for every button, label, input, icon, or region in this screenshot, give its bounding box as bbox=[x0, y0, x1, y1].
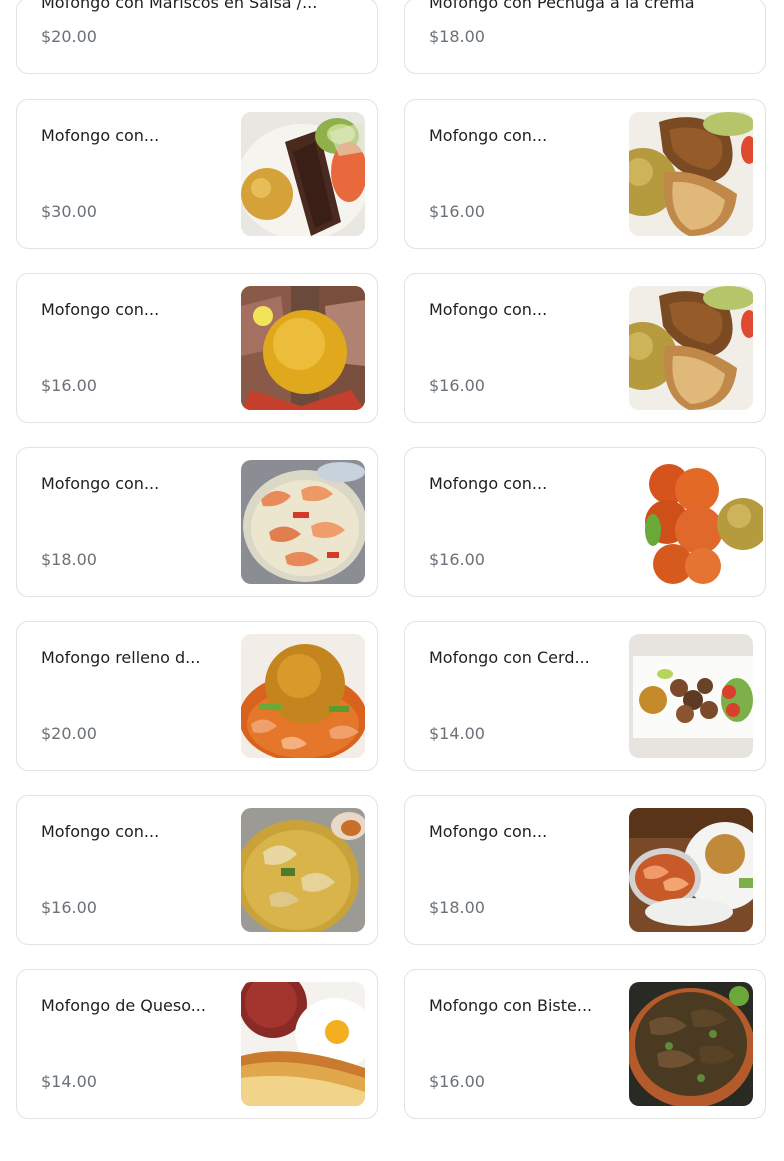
item-name: Mofongo con... bbox=[429, 126, 548, 145]
menu-item-card[interactable]: Mofongo con Biste... $16.00 bbox=[404, 969, 766, 1119]
item-price: $20.00 bbox=[41, 27, 97, 46]
item-image bbox=[241, 286, 365, 410]
menu-item-card[interactable]: Mofongo con... $16.00 bbox=[16, 795, 378, 945]
item-price: $30.00 bbox=[41, 202, 97, 221]
item-name: Mofongo relleno d... bbox=[41, 648, 201, 667]
item-name: Mofongo con Mariscos en Salsa /... bbox=[41, 0, 318, 12]
item-name: Mofongo con... bbox=[41, 126, 160, 145]
item-image bbox=[241, 112, 365, 236]
menu-item-card[interactable]: Mofongo con... $16.00 bbox=[404, 447, 766, 597]
menu-item-card[interactable]: Mofongo con Mariscos en Salsa /... $20.0… bbox=[16, 0, 378, 74]
item-image bbox=[639, 460, 763, 584]
item-image bbox=[629, 808, 753, 932]
menu-item-card[interactable]: Mofongo con... $16.00 bbox=[404, 273, 766, 423]
item-price: $18.00 bbox=[429, 27, 485, 46]
item-image bbox=[629, 286, 753, 410]
item-name: Mofongo con Biste... bbox=[429, 996, 593, 1015]
item-price: $14.00 bbox=[41, 1072, 97, 1091]
item-image bbox=[241, 808, 365, 932]
menu-item-card[interactable]: Mofongo con... $18.00 bbox=[404, 795, 766, 945]
item-price: $18.00 bbox=[429, 898, 485, 917]
item-name: Mofongo con... bbox=[41, 300, 160, 319]
item-name: Mofongo con Pechuga a la crema bbox=[429, 0, 695, 12]
item-image bbox=[629, 634, 753, 758]
menu-item-card[interactable]: Mofongo con... $18.00 bbox=[16, 447, 378, 597]
menu-item-card[interactable]: Mofongo con Pechuga a la crema $18.00 bbox=[404, 0, 766, 74]
item-name: Mofongo con... bbox=[41, 822, 160, 841]
item-name: Mofongo con... bbox=[429, 474, 548, 493]
item-price: $16.00 bbox=[429, 1072, 485, 1091]
menu-item-card[interactable]: Mofongo con... $16.00 bbox=[16, 273, 378, 423]
menu-item-card[interactable]: Mofongo con... $16.00 bbox=[404, 99, 766, 249]
item-price: $16.00 bbox=[429, 202, 485, 221]
item-image bbox=[629, 982, 753, 1106]
item-image bbox=[629, 112, 753, 236]
item-price: $14.00 bbox=[429, 724, 485, 743]
item-price: $16.00 bbox=[429, 550, 485, 569]
item-name: Mofongo con... bbox=[41, 474, 160, 493]
menu-item-card[interactable]: Mofongo con... $30.00 bbox=[16, 99, 378, 249]
menu-item-card[interactable]: Mofongo relleno d... $20.00 bbox=[16, 621, 378, 771]
item-price: $18.00 bbox=[41, 550, 97, 569]
item-name: Mofongo de Queso... bbox=[41, 996, 206, 1015]
item-price: $16.00 bbox=[41, 898, 97, 917]
menu-item-card[interactable]: Mofongo con Cerd... $14.00 bbox=[404, 621, 766, 771]
item-image bbox=[241, 634, 365, 758]
menu-item-card[interactable]: Mofongo de Queso... $14.00 bbox=[16, 969, 378, 1119]
item-name: Mofongo con Cerd... bbox=[429, 648, 590, 667]
item-name: Mofongo con... bbox=[429, 300, 548, 319]
item-name: Mofongo con... bbox=[429, 822, 548, 841]
item-price: $16.00 bbox=[429, 376, 485, 395]
item-image bbox=[241, 460, 365, 584]
item-image bbox=[241, 982, 365, 1106]
item-price: $16.00 bbox=[41, 376, 97, 395]
item-price: $20.00 bbox=[41, 724, 97, 743]
